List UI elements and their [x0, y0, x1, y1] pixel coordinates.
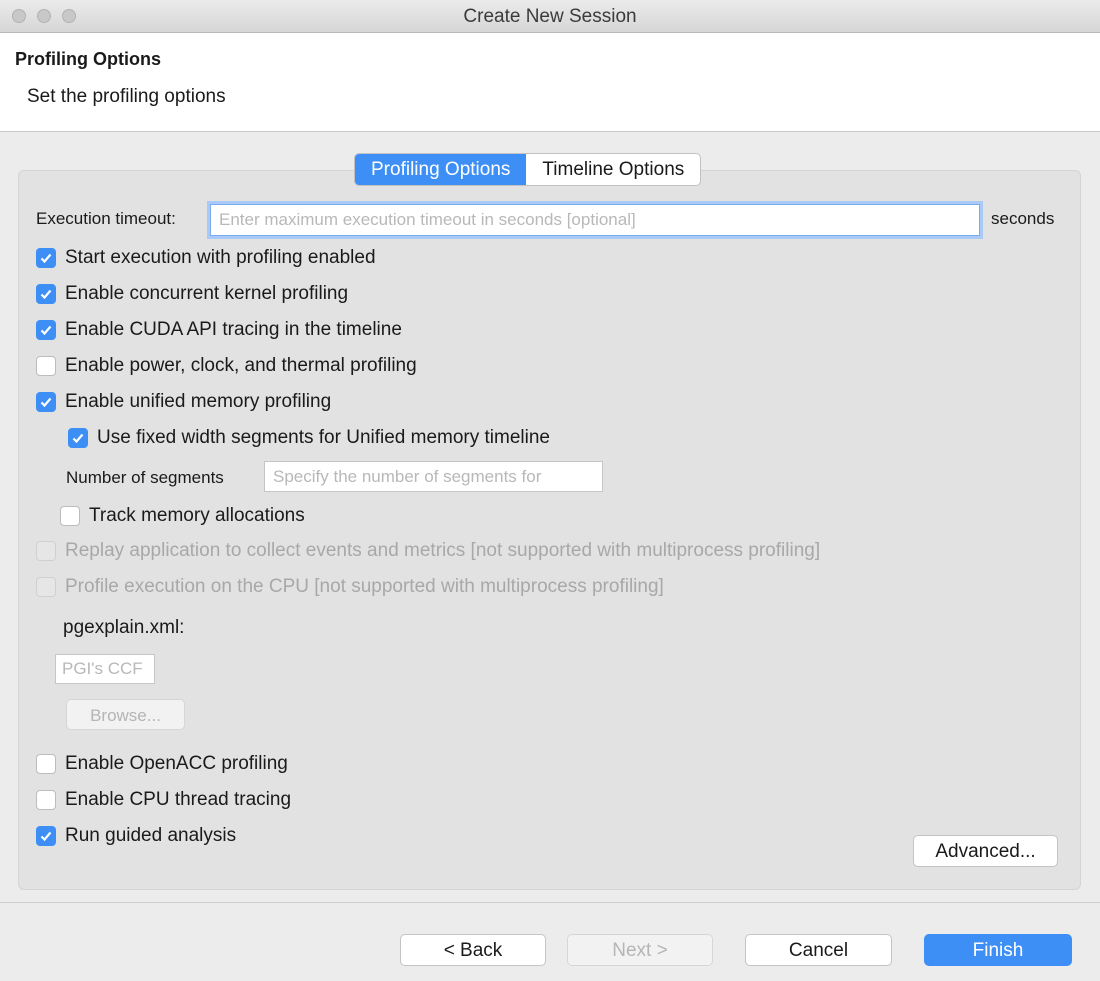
power-clock-thermal-checkbox[interactable]: Enable power, clock, and thermal profili…	[36, 355, 417, 377]
execution-timeout-input[interactable]	[210, 204, 980, 236]
concurrent-kernel-checkbox[interactable]: Enable concurrent kernel profiling	[36, 283, 348, 305]
concurrent-kernel-label: Enable concurrent kernel profiling	[65, 283, 349, 304]
seconds-unit-label: seconds	[991, 209, 1055, 228]
checkbox-check-icon	[36, 284, 56, 304]
unified-memory-checkbox[interactable]: Enable unified memory profiling	[36, 391, 331, 413]
execution-timeout-label: Execution timeout:	[36, 209, 176, 228]
checkbox-box	[36, 577, 56, 597]
options-panel	[18, 170, 1081, 890]
pgexplain-label: pgexplain.xml:	[63, 617, 185, 638]
back-button[interactable]: < Back	[400, 934, 546, 966]
track-memory-label: Track memory allocations	[89, 505, 305, 526]
fixed-width-segments-checkbox[interactable]: Use fixed width segments for Unified mem…	[68, 427, 550, 449]
pgexplain-input	[55, 654, 155, 684]
cuda-api-tracing-checkbox[interactable]: Enable CUDA API tracing in the timeline	[36, 319, 402, 341]
advanced-button[interactable]: Advanced...	[913, 835, 1058, 867]
openacc-checkbox[interactable]: Enable OpenACC profiling	[36, 753, 288, 775]
tab-bar: Profiling Options Timeline Options	[354, 153, 702, 186]
number-of-segments-label: Number of segments	[66, 468, 224, 487]
checkbox-check-icon	[36, 320, 56, 340]
page-description: Set the profiling options	[27, 86, 226, 107]
browse-button: Browse...	[66, 699, 185, 730]
wizard-header: Profiling Options Set the profiling opti…	[0, 33, 1100, 132]
checkbox-box	[36, 790, 56, 810]
checkbox-box	[60, 506, 80, 526]
finish-button[interactable]: Finish	[924, 934, 1072, 966]
cpu-thread-tracing-label: Enable CPU thread tracing	[65, 789, 292, 810]
tab-profiling-options[interactable]: Profiling Options	[355, 154, 527, 185]
checkbox-check-icon	[68, 428, 88, 448]
page-title: Profiling Options	[15, 49, 161, 69]
checkbox-box	[36, 754, 56, 774]
guided-analysis-checkbox[interactable]: Run guided analysis	[36, 825, 236, 847]
fixed-width-segments-label: Use fixed width segments for Unified mem…	[97, 427, 551, 448]
next-button: Next >	[567, 934, 713, 966]
guided-analysis-label: Run guided analysis	[65, 825, 237, 846]
checkbox-check-icon	[36, 248, 56, 268]
checkbox-box	[36, 541, 56, 561]
checkbox-check-icon	[36, 392, 56, 412]
profile-cpu-checkbox: Profile execution on the CPU [not suppor…	[36, 576, 664, 598]
footer-divider	[0, 902, 1100, 903]
tab-timeline-options[interactable]: Timeline Options	[526, 154, 700, 185]
start-profiling-checkbox[interactable]: Start execution with profiling enabled	[36, 247, 376, 269]
title-bar: Create New Session	[0, 0, 1100, 33]
checkbox-check-icon	[36, 826, 56, 846]
start-profiling-label: Start execution with profiling enabled	[65, 247, 376, 268]
cancel-button[interactable]: Cancel	[745, 934, 892, 966]
track-memory-checkbox[interactable]: Track memory allocations	[60, 505, 305, 527]
window-title: Create New Session	[463, 6, 637, 27]
number-of-segments-input[interactable]	[264, 461, 603, 492]
cuda-api-tracing-label: Enable CUDA API tracing in the timeline	[65, 319, 402, 340]
replay-application-checkbox: Replay application to collect events and…	[36, 540, 820, 562]
cpu-thread-tracing-checkbox[interactable]: Enable CPU thread tracing	[36, 789, 291, 811]
profile-cpu-label: Profile execution on the CPU [not suppor…	[65, 576, 664, 597]
power-clock-thermal-label: Enable power, clock, and thermal profili…	[65, 355, 417, 376]
checkbox-box	[36, 356, 56, 376]
unified-memory-label: Enable unified memory profiling	[65, 391, 332, 412]
replay-application-label: Replay application to collect events and…	[65, 540, 821, 561]
openacc-label: Enable OpenACC profiling	[65, 753, 288, 774]
